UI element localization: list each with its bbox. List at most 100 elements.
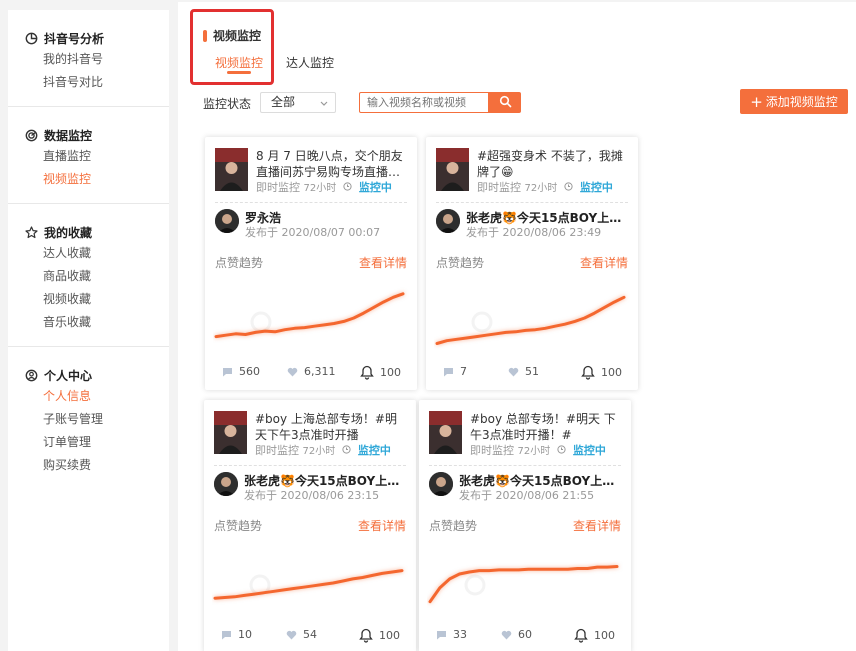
title-accent-bar — [203, 29, 207, 42]
likes-trend-line — [435, 295, 626, 345]
comment-stat: 10 — [221, 628, 252, 641]
avatar[interactable] — [429, 472, 453, 496]
video-card[interactable]: 8 月 7 日晚八点，交个朋友直播间苏宁易购专场直播… 即时监控 72小时 监控… — [205, 137, 417, 390]
search-input[interactable] — [359, 92, 489, 113]
page-title: 视频监控 — [203, 27, 261, 44]
publish-time: 发布于 2020/08/07 00:07 — [245, 226, 381, 239]
watermark-logo — [464, 574, 486, 596]
alert-threshold: 100 — [380, 366, 401, 379]
view-details-link[interactable]: 查看详情 — [573, 517, 621, 534]
comment-icon — [437, 630, 446, 639]
card-stats: 560 6,311 100 — [205, 365, 417, 381]
alert-stat[interactable]: 100 — [574, 628, 615, 643]
add-video-monitor-button[interactable]: + 添加视频监控 — [740, 89, 848, 114]
avatar[interactable] — [215, 209, 239, 233]
watermark-logo — [250, 311, 272, 333]
view-details-link[interactable]: 查看详情 — [358, 517, 406, 534]
view-details-link[interactable]: 查看详情 — [580, 254, 628, 271]
video-title[interactable]: #boy 上海总部专场！#明天下午3点准时开播 — [255, 411, 407, 443]
sidebar-section-personal-center: 个人中心 个人信息 子账号管理 订单管理 购买续费 — [8, 347, 169, 489]
clock-icon — [557, 445, 569, 457]
monitor-type: 即时监控 — [255, 444, 299, 457]
sidebar-item-douyin-compare[interactable]: 抖音号对比 — [25, 71, 169, 94]
card-divider — [429, 465, 621, 466]
chevron-down-icon — [319, 96, 329, 115]
star-icon — [25, 225, 38, 239]
alert-stat[interactable]: 100 — [360, 365, 401, 380]
clock-icon — [342, 445, 354, 457]
video-thumbnail[interactable] — [429, 411, 462, 454]
video-thumbnail[interactable] — [215, 148, 248, 191]
sidebar-item-renew[interactable]: 购买续费 — [25, 454, 169, 477]
sidebar-item-music-favorites[interactable]: 音乐收藏 — [25, 311, 169, 334]
status-badge: 监控中 — [357, 444, 391, 457]
video-thumbnail[interactable] — [436, 148, 469, 191]
monitor-duration: 72小时 — [302, 446, 336, 457]
sidebar-item-video-favorites[interactable]: 视频收藏 — [25, 288, 169, 311]
likes-trend-chart — [435, 295, 626, 345]
sidebar-section-favorites: 我的收藏 达人收藏 商品收藏 视频收藏 音乐收藏 — [8, 204, 169, 347]
comment-count: 10 — [238, 628, 252, 641]
alert-threshold: 100 — [601, 366, 622, 379]
alert-stat[interactable]: 100 — [359, 628, 400, 643]
comment-count: 560 — [239, 365, 260, 378]
sidebar-item-my-douyin[interactable]: 我的抖音号 — [25, 48, 169, 71]
card-stats: 10 54 100 — [204, 628, 416, 644]
likes-trend-chart — [428, 565, 619, 604]
comment-stat: 560 — [222, 365, 260, 378]
video-title[interactable]: 8 月 7 日晚八点，交个朋友直播间苏宁易购专场直播… — [256, 148, 408, 180]
status-badge: 监控中 — [572, 444, 606, 457]
clock-icon — [343, 182, 355, 194]
sidebar-heading-label: 抖音号分析 — [44, 31, 105, 46]
alert-threshold: 100 — [594, 629, 615, 642]
monitor-meta: 即时监控 72小时 监控中 — [255, 442, 391, 458]
trend-label: 点赞趋势 — [429, 519, 478, 533]
sidebar-item-creator-favorites[interactable]: 达人收藏 — [25, 242, 169, 265]
sidebar-item-video-monitor[interactable]: 视频监控 — [25, 168, 169, 191]
sidebar-item-product-favorites[interactable]: 商品收藏 — [25, 265, 169, 288]
likes-trend-line — [428, 565, 619, 604]
sidebar-heading: 抖音号分析 — [25, 28, 169, 48]
sidebar-item-sub-accounts[interactable]: 子账号管理 — [25, 408, 169, 431]
alert-stat[interactable]: 100 — [581, 365, 622, 380]
sidebar: 抖音号分析 我的抖音号 抖音号对比 数据监控 直播监控 视频监控 我的收藏 达人… — [8, 10, 169, 651]
video-title[interactable]: #boy 总部专场！#明天 下午3点准时开播！# — [470, 411, 622, 443]
sidebar-item-live-monitor[interactable]: 直播监控 — [25, 145, 169, 168]
tab-video-monitor[interactable]: 视频监控 — [215, 54, 263, 71]
like-count: 6,311 — [304, 365, 336, 378]
video-card[interactable]: #boy 上海总部专场！#明天下午3点准时开播 即时监控 72小时 监控中 张老… — [204, 400, 416, 651]
card-stats: 33 60 100 — [419, 628, 631, 644]
card-divider — [215, 202, 407, 203]
sidebar-section-douyin-analysis: 抖音号分析 我的抖音号 抖音号对比 — [8, 10, 169, 107]
sidebar-item-orders[interactable]: 订单管理 — [25, 431, 169, 454]
monitor-meta: 即时监控 72小时 监控中 — [256, 179, 392, 195]
video-title[interactable]: #超强变身术 不装了，我摊牌了😁 — [477, 148, 629, 180]
like-stat: 51 — [508, 365, 539, 378]
video-thumbnail[interactable] — [214, 411, 247, 454]
video-card[interactable]: #超强变身术 不装了，我摊牌了😁 即时监控 72小时 监控中 张老虎🐯今天15点… — [426, 137, 638, 390]
card-divider — [214, 465, 406, 466]
monitor-type: 即时监控 — [470, 444, 514, 457]
sidebar-section-data-monitor: 数据监控 直播监控 视频监控 — [8, 107, 169, 204]
avatar[interactable] — [214, 472, 238, 496]
search-button[interactable] — [489, 92, 521, 113]
sidebar-item-personal-info[interactable]: 个人信息 — [25, 385, 169, 408]
status-filter-label: 监控状态 — [203, 97, 252, 111]
radar-icon — [25, 129, 38, 142]
like-count: 54 — [303, 628, 317, 641]
card-stats: 7 51 100 — [426, 365, 638, 381]
tab-creator-monitor[interactable]: 达人监控 — [286, 54, 334, 71]
likes-trend-line — [213, 569, 404, 600]
like-stat: 6,311 — [287, 365, 336, 378]
heart-icon — [287, 367, 298, 376]
clock-icon — [564, 182, 576, 194]
heart-icon — [501, 630, 512, 639]
video-card[interactable]: #boy 总部专场！#明天 下午3点准时开播！# 即时监控 72小时 监控中 张… — [419, 400, 631, 651]
sidebar-heading-label: 数据监控 — [44, 128, 93, 143]
monitor-duration: 72小时 — [517, 446, 551, 457]
likes-trend-chart — [213, 569, 404, 600]
status-select[interactable]: 全部 — [260, 92, 336, 113]
view-details-link[interactable]: 查看详情 — [359, 254, 407, 271]
avatar[interactable] — [436, 209, 460, 233]
main-panel: 视频监控 视频监控 达人监控 监控状态 全部 + 添加视频监控 8 月 7 日晚… — [178, 2, 856, 651]
